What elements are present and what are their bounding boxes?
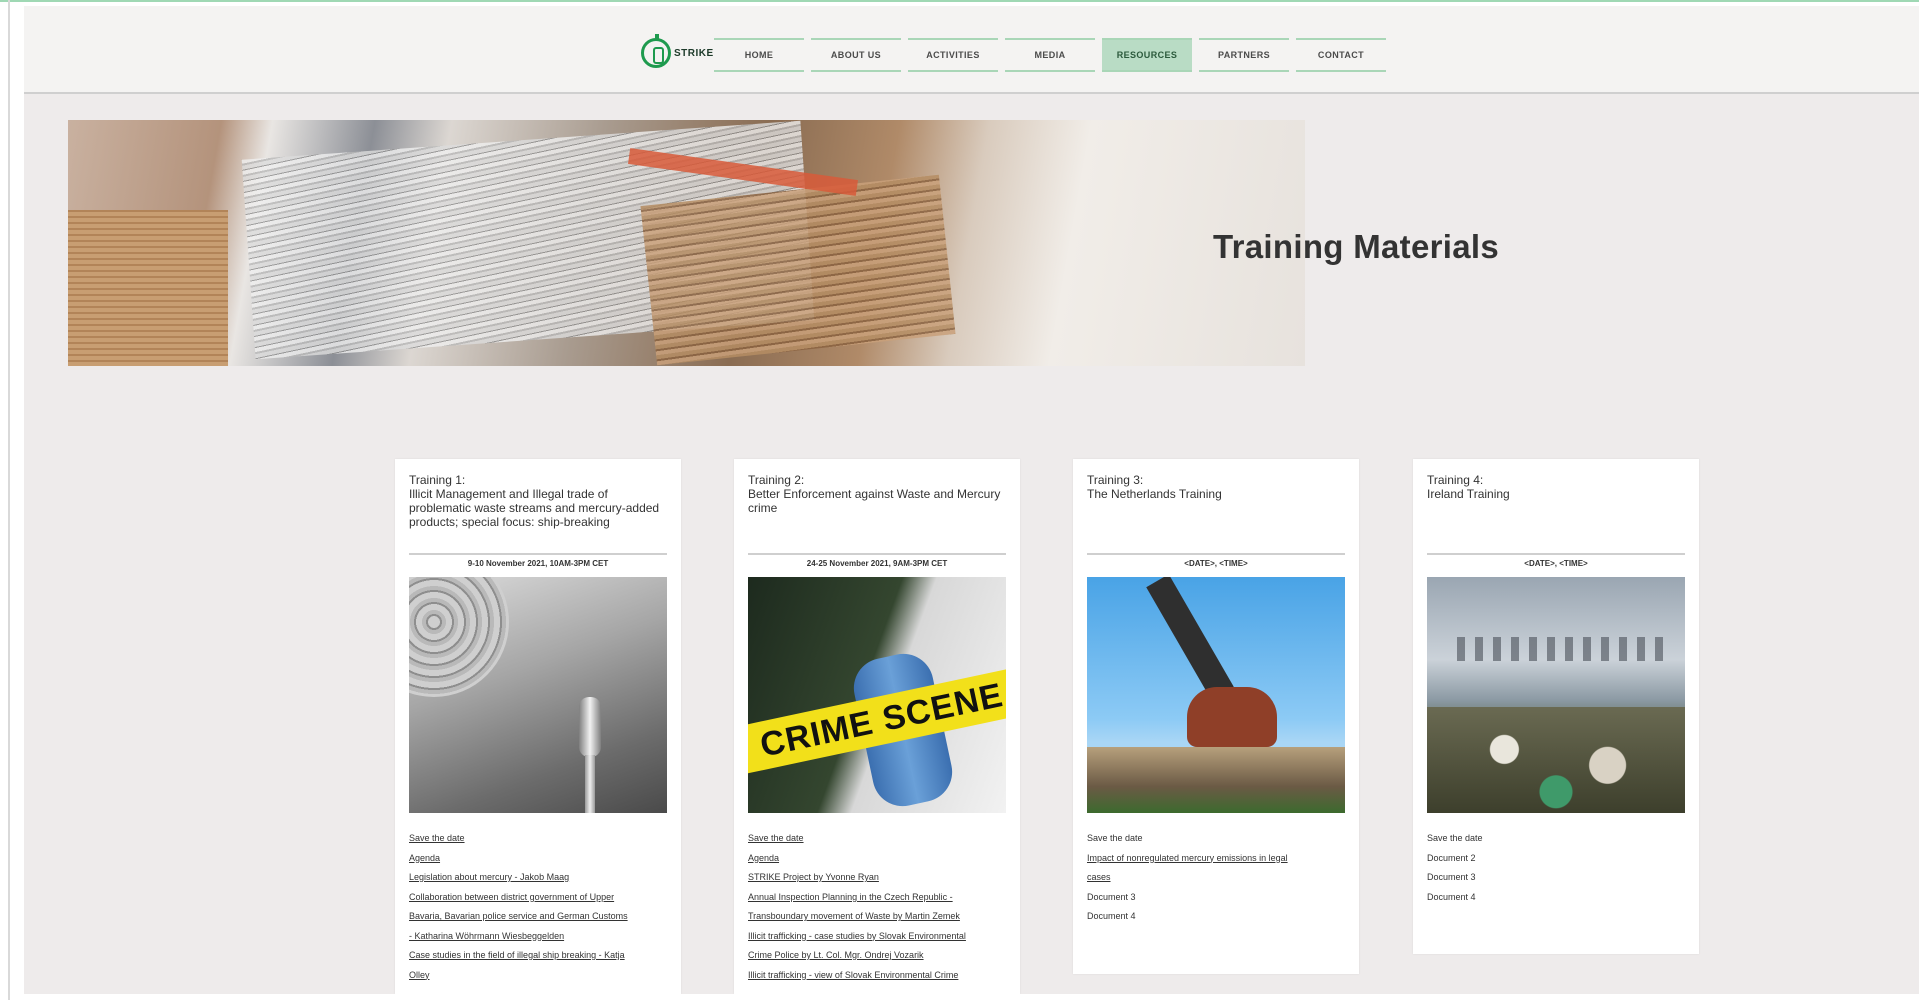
text-document: Document 3 (1087, 891, 1136, 902)
card-date: <DATE>, <TIME> (1524, 559, 1588, 568)
link-document[interactable]: Bavaria, Bavarian police service and Ger… (409, 907, 671, 927)
link-document[interactable]: cases (1087, 868, 1349, 888)
window-edge (8, 0, 10, 1000)
grabber-claw-graphic (1187, 687, 1277, 747)
link-document[interactable]: Case studies in the field of illegal shi… (409, 946, 671, 966)
training-card-4: Training 4: Ireland Training <DATE>, <TI… (1413, 459, 1699, 954)
card-title: Training 3: (1087, 473, 1144, 487)
card-date: 9-10 November 2021, 10AM-3PM CET (467, 559, 609, 568)
text-document: Document 3 (1427, 872, 1476, 882)
text-document: Document 2 (1427, 852, 1476, 863)
link-save-the-date[interactable]: Save the date (409, 829, 671, 849)
link-document[interactable]: Illicit trafficking - case studies by Sl… (748, 927, 1010, 947)
link-agenda[interactable]: Agenda (748, 849, 1010, 869)
link-document[interactable]: - Katharina Wöhrmann Wiesbeggelden (409, 927, 671, 947)
nav-contact[interactable]: CONTACT (1296, 38, 1386, 72)
logo-text: STRIKE (674, 47, 714, 59)
books-graphic (68, 210, 228, 366)
mercury-pin-graphic (579, 697, 601, 757)
city-skyline-graphic (1457, 637, 1667, 661)
river-landfill-image (1427, 577, 1685, 813)
training-card-1: Training 1: Illicit Management and Illeg… (395, 459, 681, 994)
page-title: Training Materials (1213, 228, 1499, 265)
nav-media[interactable]: MEDIA (1005, 38, 1095, 72)
link-document[interactable]: Impact of nonregulated mercury emissions… (1087, 849, 1349, 869)
card-heading: Training 3: The Netherlands Training (1087, 473, 1345, 501)
page-viewport: STRIKE HOME ABOUT US ACTIVITIES MEDIA RE… (24, 6, 1919, 994)
card-links: Save the date Agenda Legislation about m… (409, 829, 671, 985)
nav-home[interactable]: HOME (714, 38, 804, 72)
site-logo[interactable]: STRIKE (641, 34, 714, 70)
card-subtitle: Illicit Management and Illegal trade of … (409, 487, 660, 529)
main-nav: HOME ABOUT US ACTIVITIES MEDIA RESOURCES… (714, 38, 1386, 72)
text-save-the-date: Save the date (1087, 833, 1143, 843)
card-heading: Training 4: Ireland Training (1427, 473, 1685, 501)
nav-resources[interactable]: RESOURCES (1102, 38, 1192, 72)
link-document[interactable]: Transboundary movement of Waste by Marti… (748, 907, 1010, 927)
card-links: Save the date Agenda STRIKE Project by Y… (748, 829, 1010, 985)
hard-disk-image (409, 577, 667, 813)
link-document[interactable]: Crime Police by Lt. Col. Mgr. Ondrej Voz… (748, 946, 1010, 966)
strike-logo-icon (641, 34, 671, 68)
card-date: <DATE>, <TIME> (1184, 559, 1248, 568)
hero-banner-image (68, 120, 1305, 366)
card-heading: Training 2: Better Enforcement against W… (748, 473, 1006, 515)
card-links: Save the date Impact of nonregulated mer… (1087, 829, 1349, 927)
card-links: Save the date Document 2 Document 3 Docu… (1427, 829, 1689, 907)
link-document[interactable]: STRIKE Project by Yvonne Ryan (748, 868, 1010, 888)
link-save-the-date[interactable]: Save the date (748, 829, 1010, 849)
link-document[interactable]: Illicit trafficking - view of Slovak Env… (748, 966, 1010, 986)
card-title: Training 1: (409, 473, 466, 487)
card-subtitle: The Netherlands Training (1087, 487, 1222, 501)
text-save-the-date: Save the date (1427, 833, 1483, 843)
nav-activities[interactable]: ACTIVITIES (908, 38, 998, 72)
text-document: Document 4 (1087, 911, 1136, 921)
card-subtitle: Ireland Training (1427, 487, 1510, 501)
excavator-waste-image (1087, 577, 1345, 813)
link-document[interactable]: Collaboration between district governmen… (409, 888, 671, 908)
link-document[interactable]: Legislation about mercury - Jakob Maag (409, 868, 671, 888)
divider (1087, 553, 1345, 555)
training-card-3: Training 3: The Netherlands Training <DA… (1073, 459, 1359, 974)
divider (409, 553, 667, 555)
site-header: STRIKE HOME ABOUT US ACTIVITIES MEDIA RE… (24, 6, 1919, 94)
link-document[interactable]: Olley (409, 966, 671, 986)
card-title: Training 4: (1427, 473, 1484, 487)
crime-scene-image: CRIME SCENE (748, 577, 1006, 813)
divider (748, 553, 1006, 555)
card-heading: Training 1: Illicit Management and Illeg… (409, 473, 667, 529)
mercury-drop-graphic (585, 755, 595, 813)
trash-pile-graphic (1427, 707, 1685, 813)
training-card-2: Training 2: Better Enforcement against W… (734, 459, 1020, 994)
card-subtitle: Better Enforcement against Waste and Mer… (748, 487, 1001, 515)
link-agenda[interactable]: Agenda (409, 849, 671, 869)
card-date: 24-25 November 2021, 9AM-3PM CET (806, 559, 948, 568)
text-document: Document 4 (1427, 891, 1476, 902)
nav-about-us[interactable]: ABOUT US (811, 38, 901, 72)
nav-partners[interactable]: PARTNERS (1199, 38, 1289, 72)
scrap-pile-graphic (1087, 747, 1345, 813)
card-title: Training 2: (748, 473, 805, 487)
excavator-arm-graphic (1146, 577, 1234, 700)
link-document[interactable]: Annual Inspection Planning in the Czech … (748, 888, 1010, 908)
divider (1427, 553, 1685, 555)
cardboard-stack-graphic (640, 174, 956, 366)
disk-platter-graphic (409, 577, 509, 697)
